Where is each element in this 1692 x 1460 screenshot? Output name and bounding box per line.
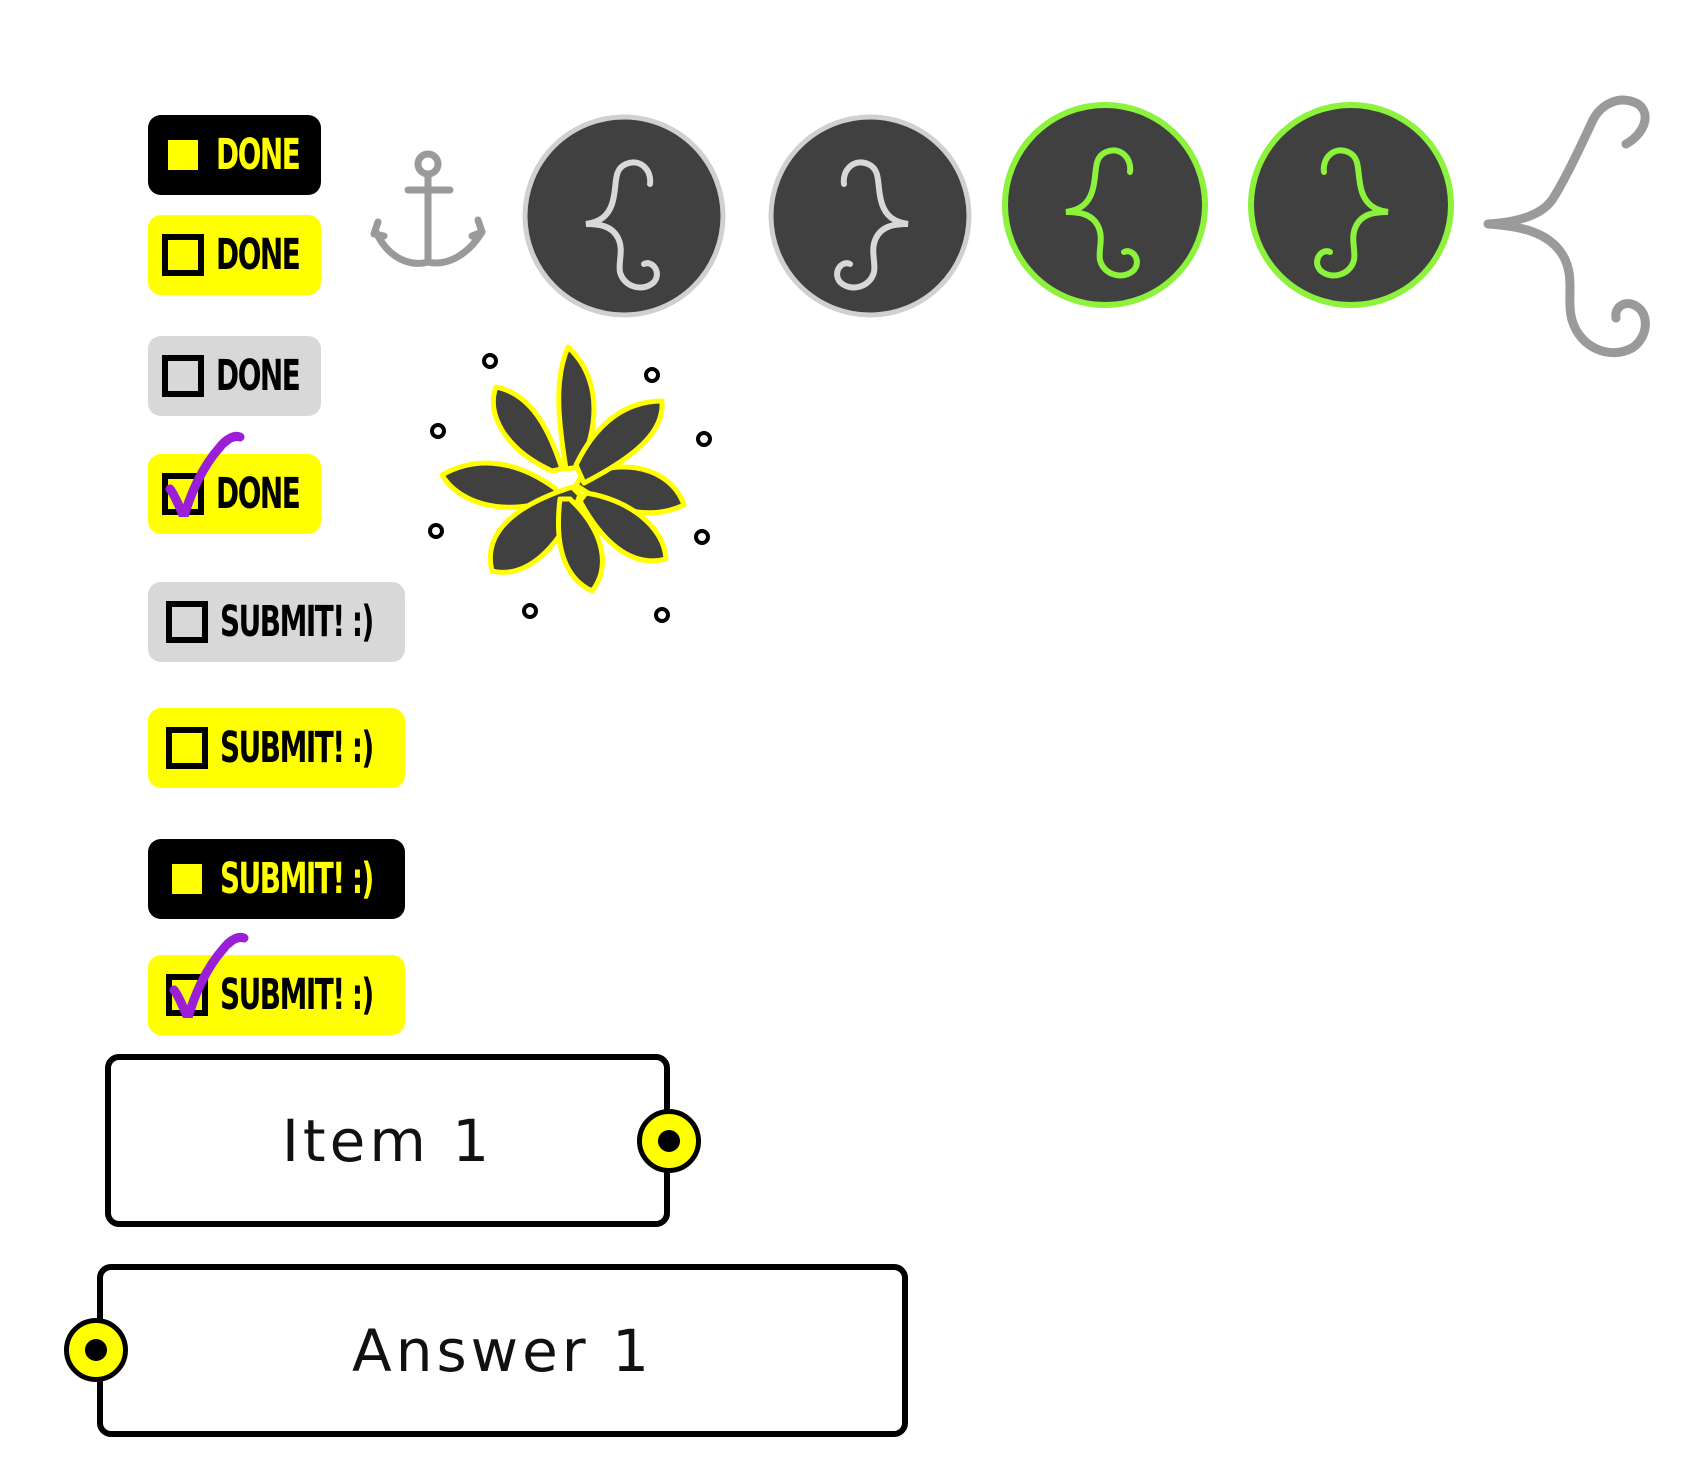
done-label: DONE <box>216 468 301 519</box>
done-label: DONE <box>216 129 301 180</box>
next-button[interactable] <box>766 112 974 320</box>
checkbox-checked[interactable] <box>162 431 245 517</box>
submit-label: SUBMIT! :) <box>220 969 374 1020</box>
prev-button-active[interactable] <box>1000 100 1210 310</box>
submit-label: SUBMIT! :) <box>220 596 374 647</box>
checkbox[interactable] <box>166 727 208 769</box>
answer-label: Answer 1 <box>352 1316 653 1385</box>
curly-brace-left-icon <box>1483 95 1650 358</box>
submit-button-yellow[interactable]: SUBMIT! :) <box>148 708 405 788</box>
answer-connector-handle[interactable] <box>64 1318 128 1382</box>
submit-button-dark[interactable]: SUBMIT! :) <box>148 839 405 919</box>
done-label: DONE <box>216 350 301 401</box>
item-label: Item 1 <box>281 1106 494 1175</box>
item-connector-handle[interactable] <box>637 1109 701 1173</box>
submit-button-checked[interactable]: SUBMIT! :) <box>148 932 405 1035</box>
answer-card[interactable]: Answer 1 <box>97 1264 908 1437</box>
done-button-dark[interactable]: DONE <box>148 115 321 195</box>
submit-label: SUBMIT! :) <box>220 853 374 904</box>
checkbox-checked[interactable] <box>166 932 249 1018</box>
checkbox[interactable] <box>162 234 204 276</box>
prev-button[interactable] <box>520 112 728 320</box>
next-button-active[interactable] <box>1246 100 1456 310</box>
connector-dot <box>85 1339 107 1361</box>
anchor-icon <box>370 150 486 267</box>
done-button-checked[interactable]: DONE <box>148 431 321 534</box>
done-button-disabled[interactable]: DONE <box>148 336 321 416</box>
done-label: DONE <box>216 229 301 280</box>
done-button-yellow[interactable]: DONE <box>148 215 321 295</box>
flower-icon <box>428 344 712 623</box>
submit-button-disabled[interactable]: SUBMIT! :) <box>148 582 405 662</box>
checkbox[interactable] <box>162 134 204 176</box>
connector-dot <box>658 1130 680 1152</box>
submit-label: SUBMIT! :) <box>220 722 374 773</box>
checkbox[interactable] <box>162 355 204 397</box>
checkbox[interactable] <box>166 858 208 900</box>
checkbox[interactable] <box>166 601 208 643</box>
item-card[interactable]: Item 1 <box>105 1054 670 1227</box>
